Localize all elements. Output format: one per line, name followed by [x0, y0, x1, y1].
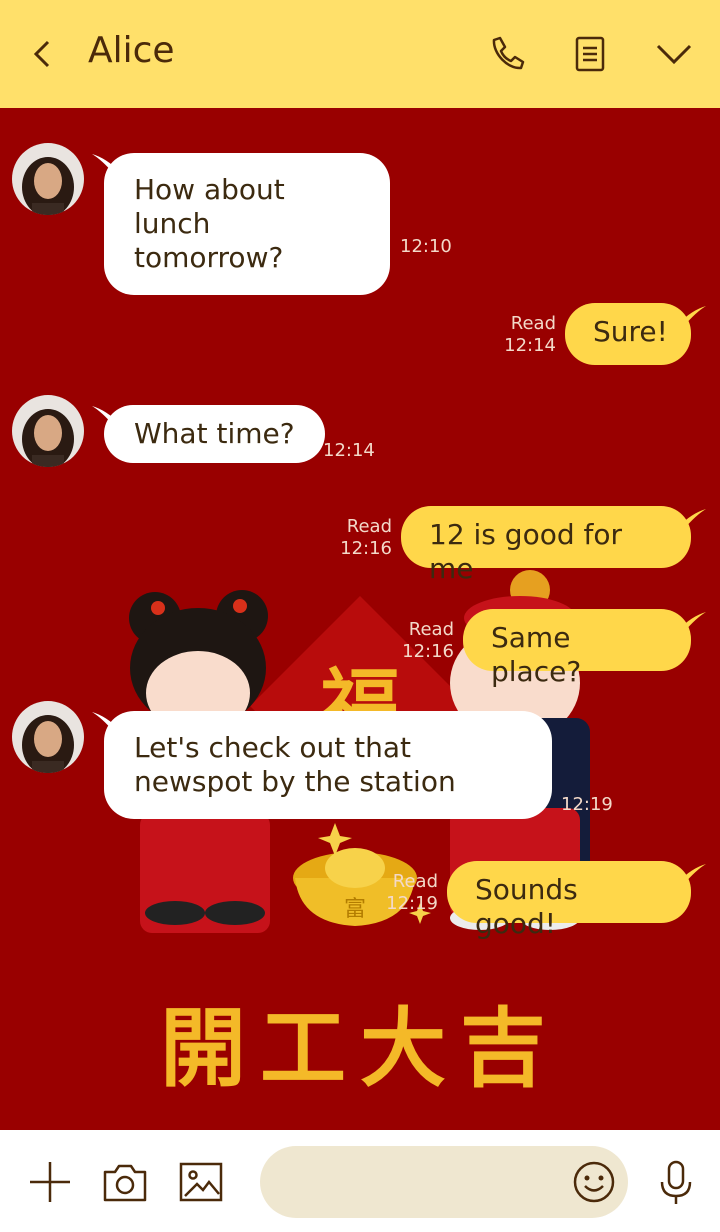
bubble-tail	[678, 864, 706, 884]
message-text: Sure!	[593, 315, 668, 348]
incoming-message-bubble[interactable]: Let's check out that newspot by the stat…	[104, 711, 552, 819]
read-status: Read 12:14	[504, 313, 556, 356]
message-time: 12:10	[400, 236, 452, 257]
back-arrow-icon[interactable]	[20, 32, 64, 76]
chat-header: Alice	[0, 0, 720, 108]
incoming-message-bubble[interactable]: What time?	[104, 405, 325, 463]
outgoing-message-bubble[interactable]: Sounds good!	[447, 861, 691, 940]
microphone-icon[interactable]	[652, 1158, 700, 1206]
message-text: How about lunch tomorrow?	[134, 173, 285, 274]
emoji-icon[interactable]	[570, 1158, 618, 1206]
contact-avatar[interactable]	[12, 143, 84, 215]
chat-area[interactable]: 福 富 How about lunch tomorrow? 12:10 Read…	[0, 108, 720, 1130]
message-input[interactable]	[260, 1146, 628, 1218]
greeting-text: 開工大吉	[160, 998, 560, 1099]
incoming-message-bubble[interactable]: How about lunch tomorrow?	[104, 153, 390, 295]
read-status: Read 12:16	[402, 619, 454, 662]
message-time: 12:19	[561, 794, 613, 815]
message-time: 12:14	[323, 440, 375, 461]
outgoing-message-bubble[interactable]: Same place?	[463, 609, 691, 688]
outgoing-message-bubble[interactable]: 12 is good for me	[401, 506, 691, 585]
bubble-tail	[678, 509, 706, 529]
plus-icon[interactable]	[26, 1158, 74, 1206]
ingot-character: 富	[344, 897, 366, 922]
camera-icon[interactable]	[101, 1158, 149, 1206]
message-text: Let's check out that newspot by the stat…	[134, 731, 456, 798]
read-status: Read 12:19	[386, 871, 438, 914]
bubble-tail	[678, 612, 706, 632]
contact-avatar[interactable]	[12, 395, 84, 467]
message-composer-bar	[0, 1130, 720, 1232]
image-icon[interactable]	[177, 1158, 225, 1206]
contact-avatar[interactable]	[12, 701, 84, 773]
chat-title: Alice	[88, 30, 175, 71]
read-status: Read 12:16	[340, 516, 392, 559]
outgoing-message-bubble[interactable]: Sure!	[565, 303, 691, 365]
message-text: What time?	[134, 417, 295, 450]
bubble-tail	[678, 306, 706, 326]
notes-icon[interactable]	[568, 32, 612, 76]
chevron-down-icon[interactable]	[652, 32, 696, 76]
message-text: Same place?	[491, 621, 582, 688]
phone-icon[interactable]	[484, 32, 528, 76]
